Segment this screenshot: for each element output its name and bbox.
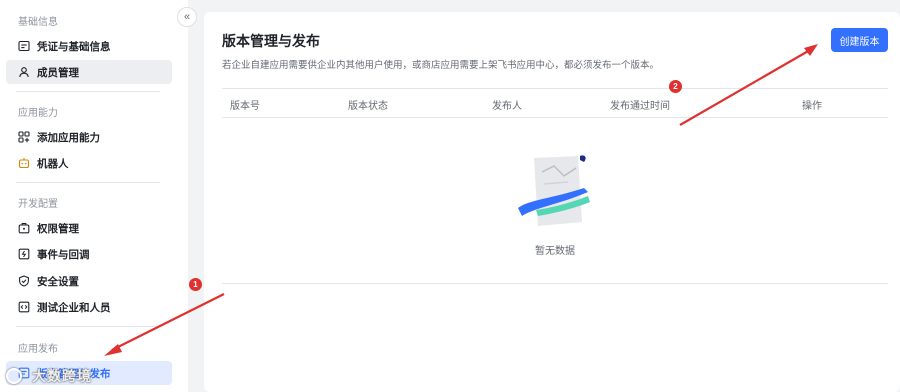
sidebar-item-members[interactable]: 成员管理 bbox=[6, 60, 172, 84]
group-title-release: 应用发布 bbox=[18, 344, 58, 355]
briefcase-lock-icon bbox=[18, 222, 30, 234]
sidebar-item-label: 安全设置 bbox=[37, 275, 79, 288]
collapse-sidebar-button[interactable]: « bbox=[177, 7, 197, 27]
create-version-button[interactable]: 创建版本 bbox=[831, 28, 888, 52]
version-management-panel: 版本管理与发布 若企业自建应用需要供企业内其他用户使用，或商店应用需要上架飞书应… bbox=[204, 12, 900, 392]
divider bbox=[16, 91, 160, 92]
page-description: 若企业自建应用需要供企业内其他用户使用，或商店应用需要上架飞书应用中心，都必须发… bbox=[222, 60, 660, 71]
sidebar-item-label: 机器人 bbox=[37, 157, 69, 170]
page-title: 版本管理与发布 bbox=[222, 33, 320, 49]
sidebar: 基础信息 凭证与基础信息 成员管理 应用能力 添加应用能力 机器人 开发配置 权… bbox=[0, 0, 188, 392]
sidebar-item-permissions[interactable]: 权限管理 bbox=[6, 216, 172, 240]
code-box-icon bbox=[18, 301, 30, 313]
sidebar-item-label: 版本管理与发布 bbox=[37, 367, 111, 380]
id-card-icon bbox=[18, 40, 30, 52]
column-header-publisher: 发布人 bbox=[492, 101, 522, 112]
sidebar-item-security[interactable]: 安全设置 bbox=[6, 269, 172, 293]
empty-document-illustration bbox=[518, 155, 590, 226]
group-title-capability: 应用能力 bbox=[18, 108, 58, 119]
sidebar-item-events[interactable]: 事件与回调 bbox=[6, 242, 172, 266]
sidebar-item-version-release[interactable]: 版本管理与发布 bbox=[6, 361, 172, 385]
divider bbox=[16, 182, 160, 183]
sidebar-item-label: 测试企业和人员 bbox=[37, 301, 111, 314]
grid-plus-icon bbox=[18, 131, 30, 143]
annotation-badge-2: 2 bbox=[669, 80, 682, 93]
sidebar-item-test-tenant[interactable]: 测试企业和人员 bbox=[6, 295, 172, 319]
user-icon bbox=[18, 66, 30, 78]
column-header-approved-time: 发布通过时间 bbox=[610, 101, 670, 112]
sidebar-item-add-capability[interactable]: 添加应用能力 bbox=[6, 125, 172, 149]
event-icon bbox=[18, 248, 30, 260]
table-header: 版本号 版本状态 发布人 发布通过时间 操作 bbox=[222, 88, 888, 118]
version-icon bbox=[18, 367, 30, 379]
sidebar-item-label: 事件与回调 bbox=[37, 248, 90, 261]
annotation-badge-1: 1 bbox=[189, 278, 202, 291]
sidebar-item-label: 成员管理 bbox=[37, 66, 79, 79]
group-title-basic: 基础信息 bbox=[18, 17, 58, 28]
sidebar-item-label: 凭证与基础信息 bbox=[37, 40, 111, 53]
divider bbox=[16, 326, 160, 327]
column-header-actions: 操作 bbox=[802, 101, 822, 112]
sidebar-item-bot[interactable]: 机器人 bbox=[6, 151, 172, 175]
table-empty-state: 暂无数据 bbox=[222, 118, 888, 284]
column-header-status: 版本状态 bbox=[348, 101, 388, 112]
robot-icon bbox=[18, 157, 30, 169]
sidebar-item-label: 权限管理 bbox=[37, 222, 79, 235]
sidebar-item-label: 添加应用能力 bbox=[37, 131, 100, 144]
column-header-version: 版本号 bbox=[230, 101, 260, 112]
double-chevron-left-icon: « bbox=[183, 11, 191, 23]
shield-check-icon bbox=[18, 275, 30, 287]
empty-state-text: 暂无数据 bbox=[535, 246, 575, 257]
group-title-dev-config: 开发配置 bbox=[18, 199, 58, 210]
sidebar-item-credentials[interactable]: 凭证与基础信息 bbox=[6, 34, 172, 58]
